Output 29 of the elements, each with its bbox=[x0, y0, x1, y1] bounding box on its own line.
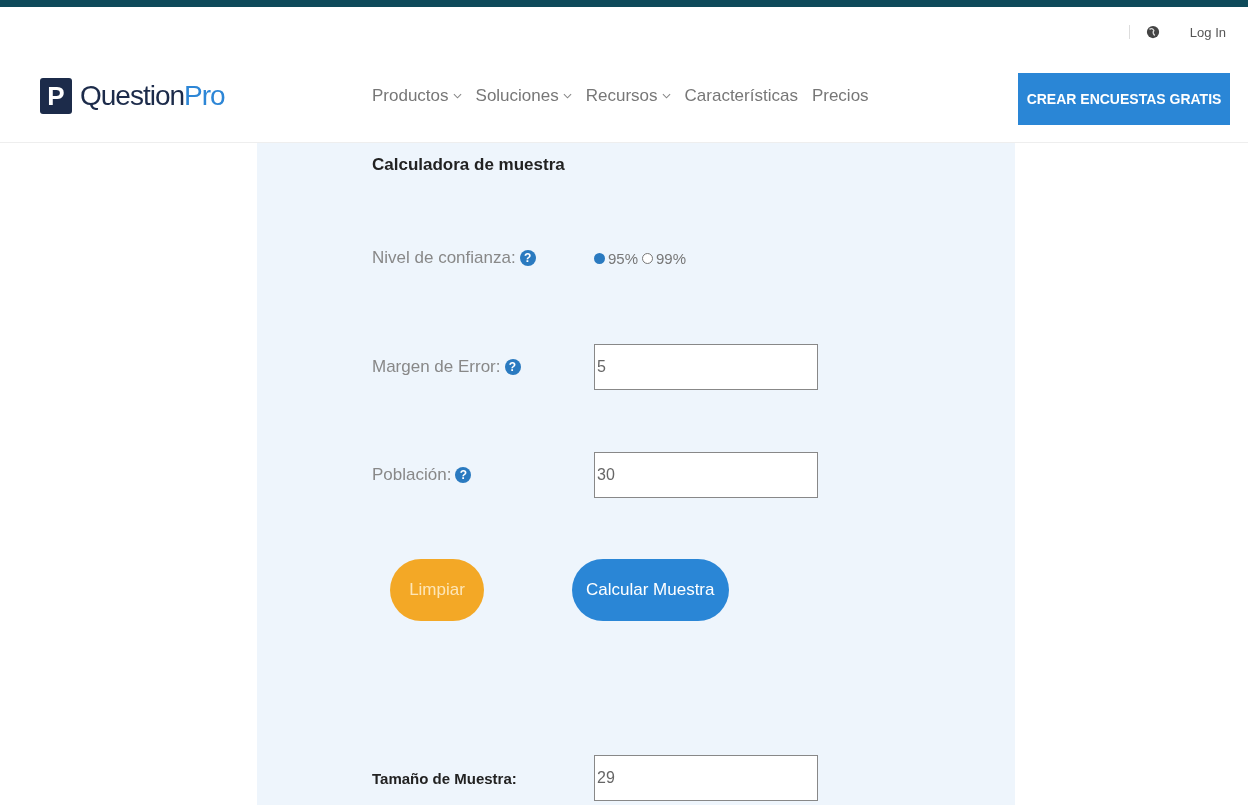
nav-link[interactable]: Precios bbox=[811, 86, 869, 107]
nav-link[interactable]: Características bbox=[684, 86, 798, 107]
form-button[interactable]: Calcular Muestra bbox=[572, 559, 729, 621]
chevron-icon bbox=[562, 93, 572, 100]
radio-button[interactable] bbox=[642, 252, 654, 264]
globe-icon[interactable] bbox=[1128, 25, 1160, 40]
field-label: Nivel de confianza: bbox=[372, 248, 516, 268]
field-label: Margen de Error: bbox=[372, 357, 501, 377]
help-icon[interactable]: ? bbox=[519, 250, 536, 266]
radio-label: 95% bbox=[608, 249, 639, 267]
help-icon[interactable]: ? bbox=[504, 359, 521, 375]
calculator-title: Calculadora de muestra bbox=[372, 155, 566, 176]
nav-link[interactable]: Recursos bbox=[585, 86, 671, 107]
input-field[interactable]: 30 bbox=[594, 452, 818, 498]
logo-wordmark[interactable]: QuestionPro bbox=[80, 80, 225, 113]
logo-mark[interactable]: P bbox=[40, 78, 72, 115]
radio-label: 99% bbox=[656, 249, 687, 267]
nav-link[interactable]: Soluciones bbox=[475, 86, 572, 107]
chevron-icon bbox=[452, 93, 462, 100]
create-survey-button[interactable]: CREAR ENCUESTAS GRATIS bbox=[1018, 73, 1230, 126]
nav-link[interactable]: Productos bbox=[372, 86, 462, 107]
radio-button[interactable] bbox=[594, 252, 605, 264]
field-label: Población: bbox=[372, 465, 452, 485]
result-label: Tamaño de Muestra: bbox=[372, 769, 517, 787]
login-link[interactable]: Log In bbox=[1189, 24, 1226, 40]
chevron-icon bbox=[661, 93, 671, 100]
input-field[interactable]: 5 bbox=[594, 344, 818, 390]
help-icon[interactable]: ? bbox=[455, 467, 472, 483]
result-field[interactable]: 29 bbox=[594, 755, 818, 801]
